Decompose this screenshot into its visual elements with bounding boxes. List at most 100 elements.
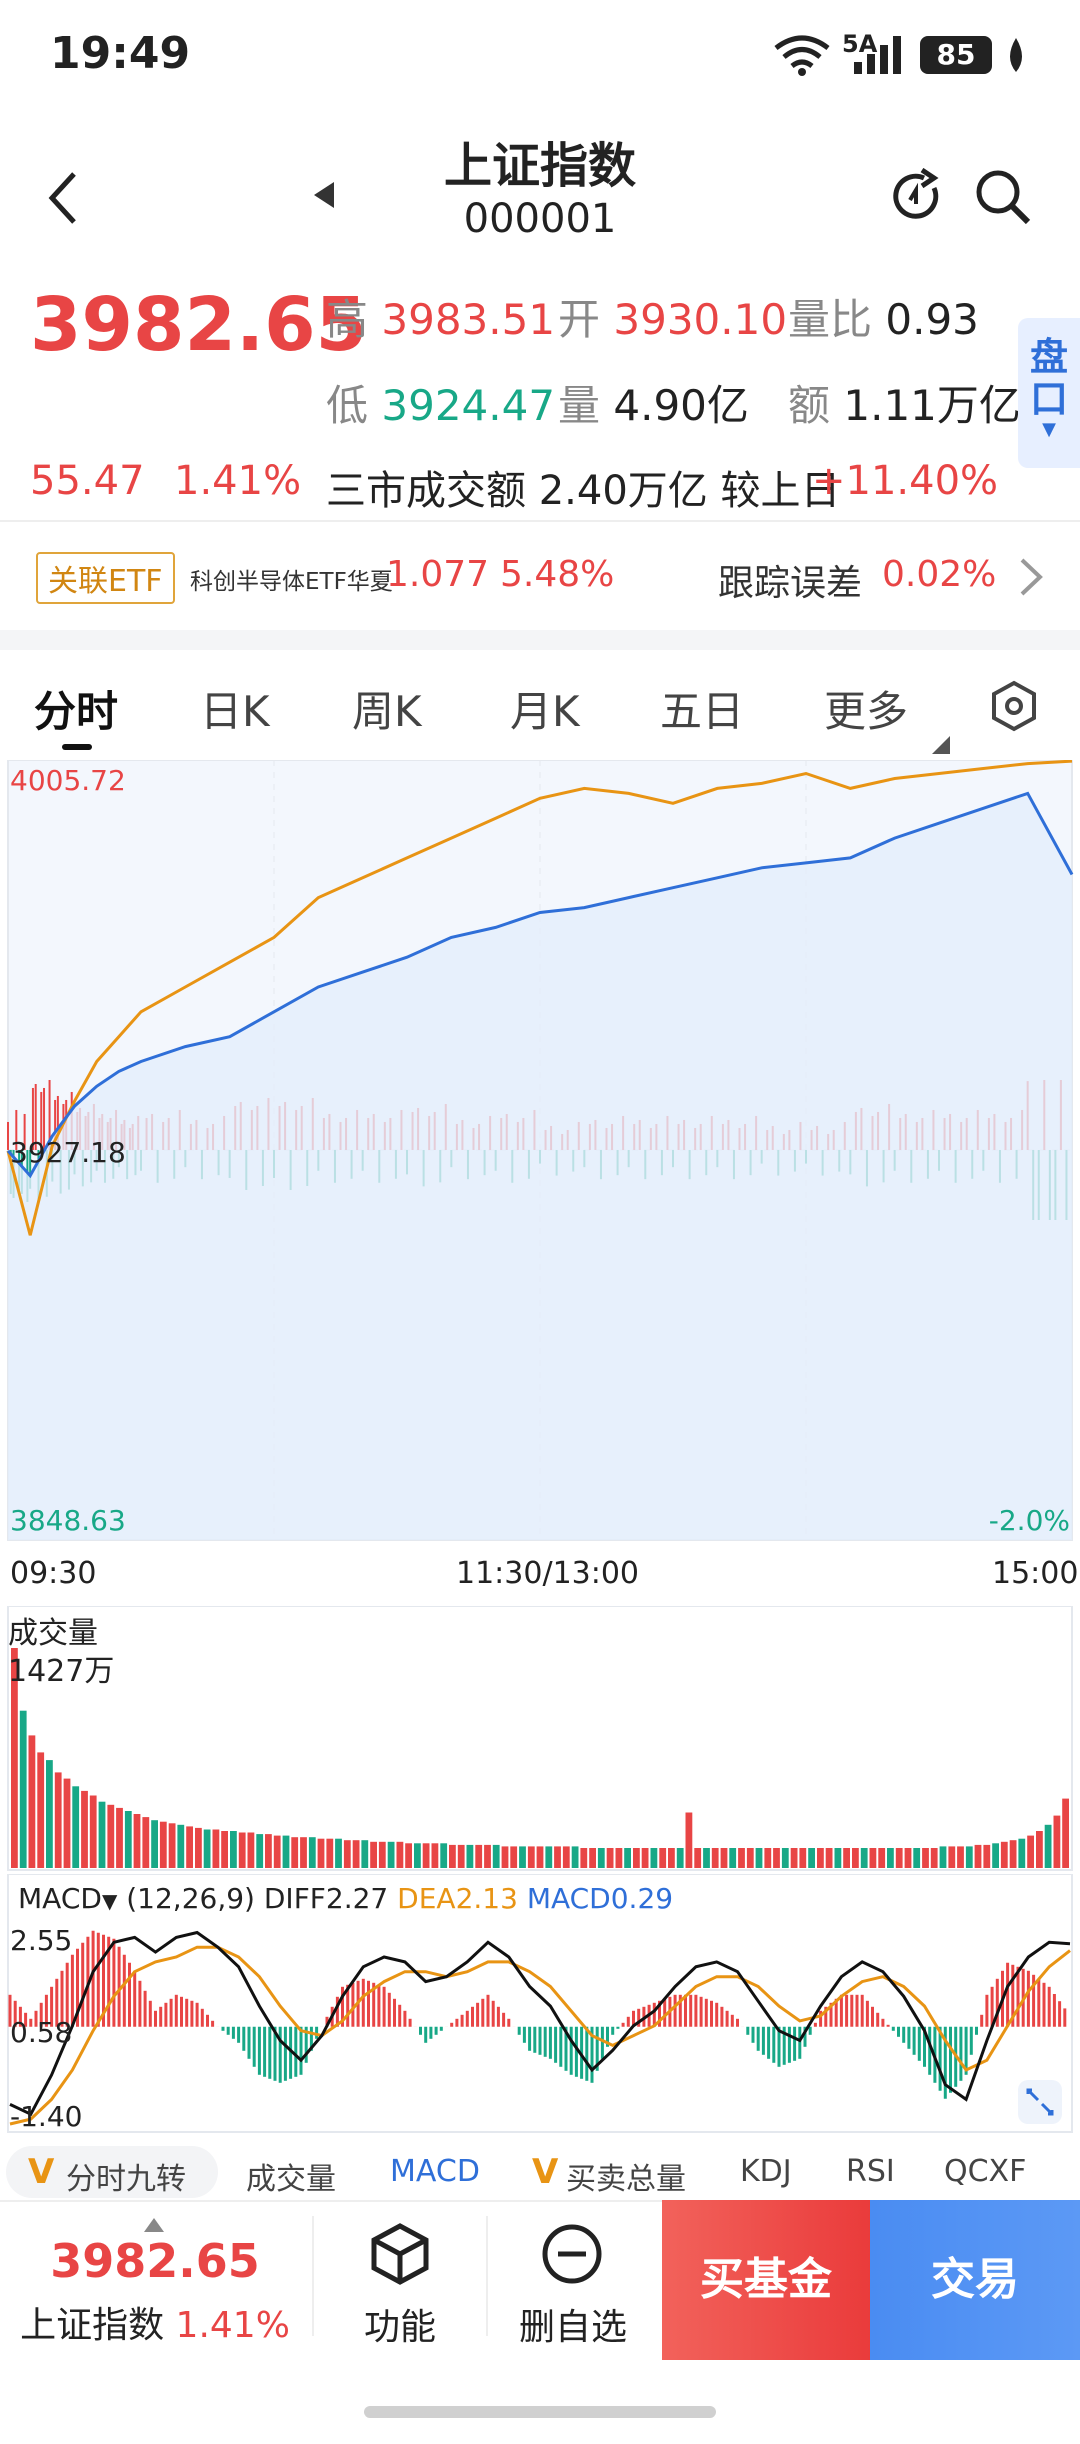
panel-caret-icon: ▼ [1042,419,1056,440]
low-value: 3924.47 [381,381,556,430]
fullscreen-icon[interactable] [1018,2080,1062,2124]
panel-button-label: 盘口 [1029,335,1068,421]
intraday-chart[interactable]: 4005.72 3927.18 3848.63 -2.0% [0,760,1080,1550]
volume-bar [571,1846,579,1868]
volume-bar [449,1844,456,1868]
volume-bar [974,1844,982,1868]
open-label: 开 [558,295,601,344]
vol-ratio-value: 0.93 [885,295,979,344]
home-indicator[interactable] [364,2406,716,2418]
indicator-tab-qcxf[interactable]: QCXF [944,2154,1026,2189]
volume-bar [1053,1815,1061,1868]
bottom-index-pct: 1.41% [175,2305,290,2346]
function-label[interactable]: 功能 [316,2298,484,2350]
volume-bar [676,1848,684,1868]
volume-bar [168,1823,176,1868]
tab-five-day[interactable]: 五日 [660,678,744,739]
macd-title[interactable]: MACD [18,1882,102,1915]
market-turnover-change: +11.40% [812,458,999,504]
volume-bar [405,1843,412,1868]
macd-dea: DEA2.13 [397,1882,518,1915]
bottom-caret-icon [144,2218,164,2232]
buy-fund-label: 买基金 [700,2254,832,2305]
function-cube-icon[interactable] [368,2222,432,2286]
bottom-price[interactable]: 3982.65 [0,2234,310,2288]
current-price: 3982.65 [30,282,368,368]
app-screen: 19:49 5A 85 上证指数 000001 3982.65 高 3983.5… [0,0,1080,2444]
y-bottom-label: 3848.63 [10,1504,126,1537]
x-tick-close: 15:00 [992,1556,1079,1591]
indicator-tab-macd[interactable]: MACD [390,2154,480,2189]
tab-more[interactable]: 更多 [824,678,908,739]
tab-monthly-k[interactable]: 月K [510,678,580,739]
volume-bar [72,1786,80,1868]
macd-diff: DIFF2.27 [263,1882,389,1915]
volume-bar [922,1848,929,1868]
open-block: 开 3930.10 [558,286,787,347]
volume-bar [159,1821,167,1868]
chevron-right-icon[interactable] [1018,556,1044,598]
volume-bar [475,1844,483,1868]
remove-watchlist-icon[interactable] [540,2222,604,2286]
x-tick-midday: 11:30/13:00 [456,1556,640,1591]
volume-chart[interactable] [0,1606,1080,1874]
indicator-tab-rsi[interactable]: RSI [846,2154,895,2189]
bottom-divider-1 [312,2216,314,2336]
bottom-index-info[interactable]: 上证指数 1.41% [0,2296,310,2348]
volume-bar [720,1848,728,1868]
volume-bar [230,1831,237,1868]
search-icon[interactable] [974,168,1034,228]
market-turnover: 三市成交额 2.40万亿 较上日 [326,468,841,514]
volume-bar [1062,1798,1069,1868]
buy-fund-button[interactable]: 买基金 [662,2200,870,2360]
volume-bar [825,1848,833,1868]
chart-tabs: 分时 日K 周K 月K 五日 更多 [0,650,1080,760]
wifi-icon [774,35,830,76]
v-badge-icon-2: V [532,2152,559,2192]
back-arrow-icon[interactable] [44,168,84,228]
volume-bar [843,1848,850,1868]
volume-bar [440,1843,448,1868]
volume-bar [562,1846,570,1868]
volume-bar [352,1840,360,1868]
indicator-tabs: V 分时九转 成交量 MACD V 买卖总量 KDJ RSI QCXF [0,2140,1080,2200]
volume-bar [650,1848,658,1868]
volume-bar [992,1843,999,1868]
chart-settings-icon[interactable] [990,680,1038,732]
volume-bar [957,1846,964,1868]
tab-weekly-k[interactable]: 周K [352,678,422,739]
amount-value: 1.11万亿 [843,381,1021,430]
volume-bar [1027,1835,1034,1868]
more-caret-icon [932,736,950,754]
amount-label: 额 [788,381,831,430]
open-value: 3930.10 [613,295,788,344]
remove-watchlist-label[interactable]: 删自选 [488,2298,658,2350]
panel-button[interactable]: 盘口 ▼ [1018,318,1080,468]
tab-intraday[interactable]: 分时 [34,678,118,739]
refresh-icon[interactable] [888,168,944,224]
trade-button[interactable]: 交易 [870,2200,1080,2360]
volume-bar [378,1841,386,1868]
prev-stock-icon[interactable] [310,180,338,210]
volume-bar [633,1848,640,1868]
indicator-tab-kdj[interactable]: KDJ [740,2154,792,2189]
volume-bar [790,1848,798,1868]
indicator-tab-buysell[interactable]: 买卖总量 [566,2154,686,2198]
volume-bar [19,1710,27,1868]
volume-bar [54,1772,62,1868]
volume-bar [781,1848,789,1868]
volume-label: 量 [558,381,601,430]
indicator-tab-nine[interactable]: 分时九转 [66,2154,186,2198]
volume-bar [142,1817,150,1868]
volume-bar [519,1846,526,1868]
indicator-tab-volume[interactable]: 成交量 [246,2154,336,2198]
tab-active-underline [62,744,92,750]
volume-bar [422,1843,430,1868]
volume-bar [860,1848,868,1868]
volume-bar [764,1848,772,1868]
volume-bar [256,1834,264,1868]
tracking-label: 跟踪误差 [718,563,863,604]
macd-caret-icon[interactable]: ▼ [102,1889,117,1913]
volume-bar [186,1826,193,1868]
tab-daily-k[interactable]: 日K [200,678,270,739]
